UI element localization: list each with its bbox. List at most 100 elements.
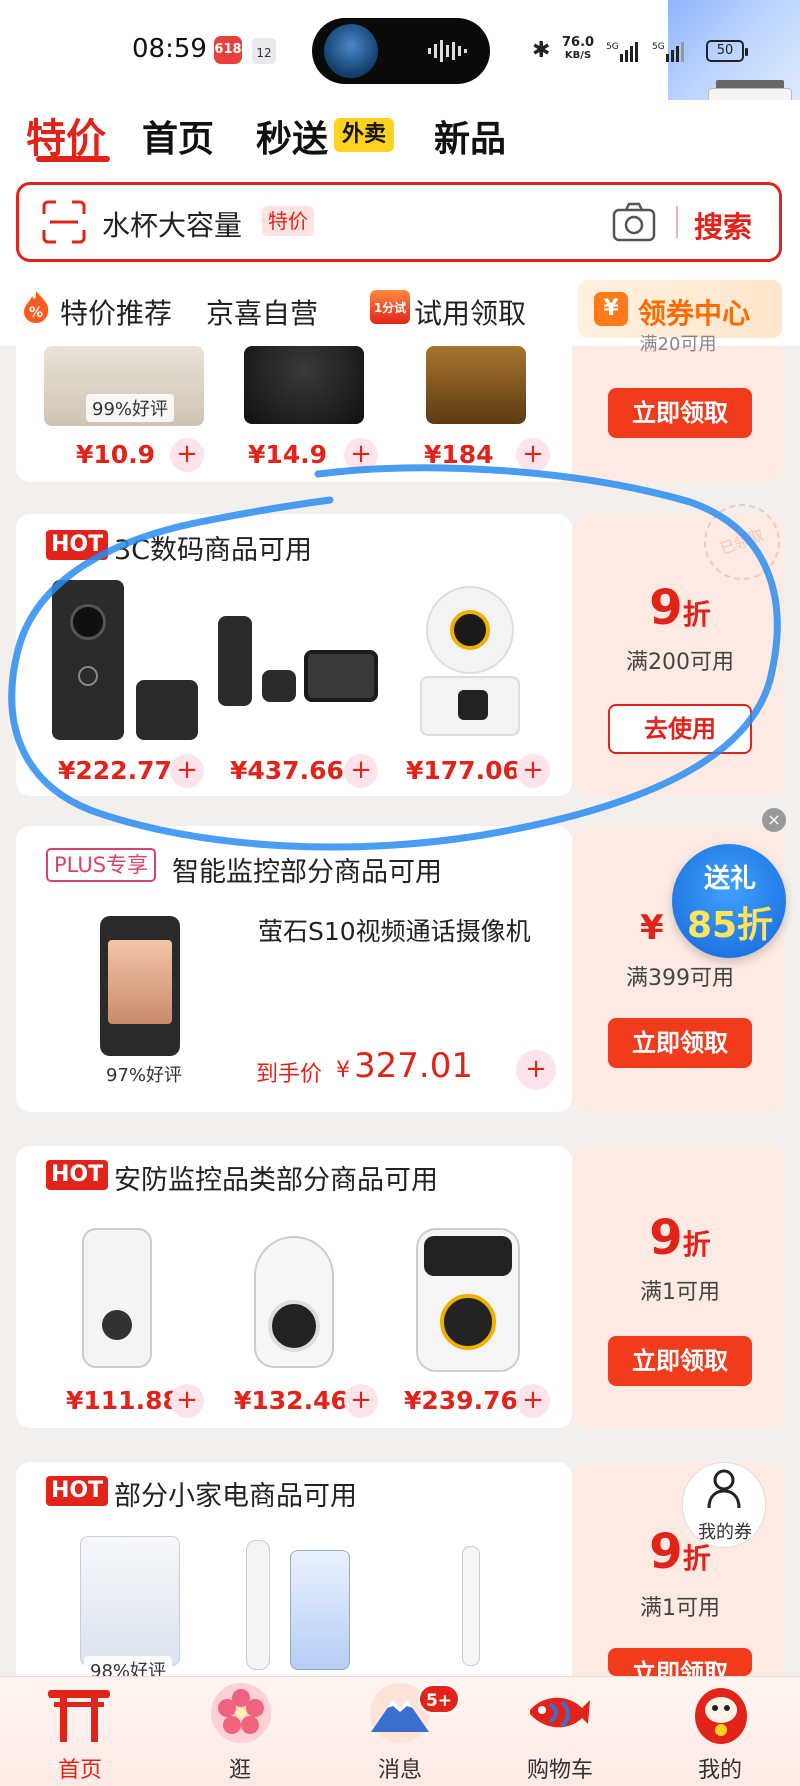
add-to-cart-button[interactable]: + (516, 438, 550, 472)
nav-special-recommend[interactable]: 特价推荐 (60, 292, 172, 332)
product-price: ¥177.06 (406, 756, 520, 785)
product-image-lobster[interactable] (426, 346, 526, 424)
coupon-center-label[interactable]: 领券中心 (638, 292, 750, 332)
add-to-cart-button[interactable]: + (516, 1384, 550, 1418)
price-currency-symbol: ¥ (336, 1058, 350, 1083)
sakura-browse-icon[interactable] (206, 1680, 276, 1746)
product-image-slim-toothbrush[interactable] (462, 1546, 480, 1666)
user-icon (707, 1469, 741, 1509)
product-name[interactable]: 萤石S10视频通话摄像机 (258, 912, 531, 948)
torii-home-icon[interactable] (44, 1680, 114, 1746)
product-image-ptz-camera-base (420, 676, 520, 736)
product-image-doorbell-chime[interactable] (262, 670, 296, 702)
final-price: 327.01 (354, 1046, 473, 1086)
hot-tag: HOT (46, 1476, 109, 1506)
bottom-nav-messages[interactable]: 消息 (350, 1752, 450, 1784)
product-price: ¥437.66 (230, 756, 344, 785)
bluetooth-icon: ✱ (532, 38, 551, 63)
add-to-cart-button[interactable]: + (344, 438, 378, 472)
coupon-card-title: 安防监控品类部分商品可用 (114, 1165, 438, 1196)
product-price: ¥10.9 (76, 440, 156, 469)
product-image-outdoor-ptz-camera[interactable] (254, 1236, 334, 1368)
tab-new-products[interactable]: 新品 (434, 110, 506, 162)
scan-icon[interactable] (42, 200, 86, 244)
nav-jingxi-self[interactable]: 京喜自营 (206, 292, 318, 332)
product-image-pot[interactable] (244, 346, 364, 424)
product-image-toothbrush-box[interactable] (80, 1536, 180, 1666)
bottom-nav-browse[interactable]: 逛 (190, 1752, 290, 1784)
bottom-nav-profile[interactable]: 我的 (670, 1752, 770, 1784)
svg-text:5G: 5G (652, 42, 665, 52)
coupon-discount: 9折 (649, 1210, 711, 1266)
product-price: ¥222.77 (58, 756, 172, 785)
add-to-cart-button[interactable]: + (516, 1050, 556, 1090)
trial-icon-label: 1分试 (370, 290, 410, 324)
product-image-video-doorbell[interactable] (52, 580, 124, 740)
product-price: ¥111.88 (66, 1386, 180, 1415)
claim-coupon-button[interactable]: 立即领取 (608, 388, 752, 438)
coupon-condition: 满200可用 (626, 650, 734, 675)
network-speed: 76.0 KB/S (562, 35, 595, 61)
bottom-nav-cart[interactable]: 购物车 (510, 1752, 610, 1784)
use-coupon-button[interactable]: 去使用 (608, 704, 752, 754)
add-to-cart-button[interactable]: + (170, 1384, 204, 1418)
svg-text:5G: 5G (606, 42, 619, 52)
nav-trial-claim[interactable]: 试用领取 (414, 292, 526, 332)
product-image-oralb-box[interactable] (290, 1550, 350, 1670)
signal-5g-icon: 5G (606, 42, 638, 62)
product-image-outdoor-dual-camera[interactable] (82, 1228, 152, 1368)
active-tab-indicator (36, 156, 110, 162)
tab-home[interactable]: 首页 (142, 110, 214, 162)
fire-percent-icon: % (24, 291, 49, 323)
hot-tag: HOT (46, 530, 109, 560)
product-rating: 99%好评 (86, 394, 175, 422)
camera-icon[interactable] (612, 202, 656, 242)
coupon-condition: 满1可用 (640, 1280, 720, 1305)
add-to-cart-button[interactable]: + (344, 1384, 378, 1418)
claim-coupon-button[interactable]: 立即领取 (608, 1018, 752, 1068)
coupon-discount: 9折 (649, 580, 711, 636)
search-button[interactable]: 搜索 (694, 204, 752, 246)
add-to-cart-button[interactable]: + (170, 754, 204, 788)
add-to-cart-button[interactable]: + (516, 754, 550, 788)
signal-5g-secondary-icon: 5G (652, 42, 684, 62)
claim-coupon-button[interactable]: 立即领取 (608, 1336, 752, 1386)
claim-coupon-button[interactable]: 立即领取 (608, 1648, 752, 1676)
product-image-ptz-camera[interactable] (426, 586, 514, 674)
product-image-dual-lens-camera[interactable] (416, 1228, 520, 1372)
product-rating: 97%好评 (100, 1060, 189, 1088)
product-image-indoor-screen[interactable] (304, 650, 378, 702)
my-coupons-label: 我的券 (698, 1522, 752, 1543)
battery-indicator: 50 (706, 40, 748, 62)
coupon-discount-partial: ¥ (640, 908, 664, 948)
search-divider (676, 206, 678, 238)
product-price: ¥132.46 (234, 1386, 348, 1415)
trial-icon: 1分试 (370, 290, 410, 324)
shopping-app-icon: 618 (214, 36, 242, 64)
top-tabs-bar (0, 100, 800, 170)
bottom-nav-home[interactable]: 首页 (30, 1752, 130, 1784)
add-to-cart-button[interactable]: + (170, 438, 204, 472)
koi-cart-icon[interactable] (524, 1680, 594, 1746)
plus-exclusive-tag: PLUS专享 (46, 848, 157, 882)
gift-float-title: 送礼 (703, 864, 756, 894)
message-count-badge: 5+ (418, 1684, 460, 1714)
yen-coupon-icon: ¥ (594, 292, 628, 326)
product-image-chime[interactable] (136, 680, 198, 740)
close-float-button[interactable]: × (762, 808, 786, 832)
coupon-condition: 满399可用 (626, 966, 734, 991)
waimai-badge[interactable]: 外卖 (334, 118, 395, 152)
add-to-cart-button[interactable]: + (344, 754, 378, 788)
product-image-video-call-camera[interactable] (100, 916, 180, 1056)
daruma-profile-icon[interactable] (686, 1680, 756, 1746)
coupon-condition: 满1可用 (640, 1596, 720, 1621)
search-query-text[interactable]: 水杯大容量 (102, 204, 242, 244)
tab-instant-delivery[interactable]: 秒送 (256, 110, 328, 162)
coupon-card-title: 3C数码商品可用 (114, 535, 313, 566)
hot-tag: HOT (46, 1160, 109, 1190)
product-image-doorbell-set[interactable] (218, 616, 252, 706)
status-time: 08:59 (132, 34, 207, 64)
product-image-electric-toothbrush[interactable] (246, 1540, 270, 1670)
product-price: ¥239.76 (404, 1386, 518, 1415)
product-price: ¥184 (424, 440, 494, 469)
